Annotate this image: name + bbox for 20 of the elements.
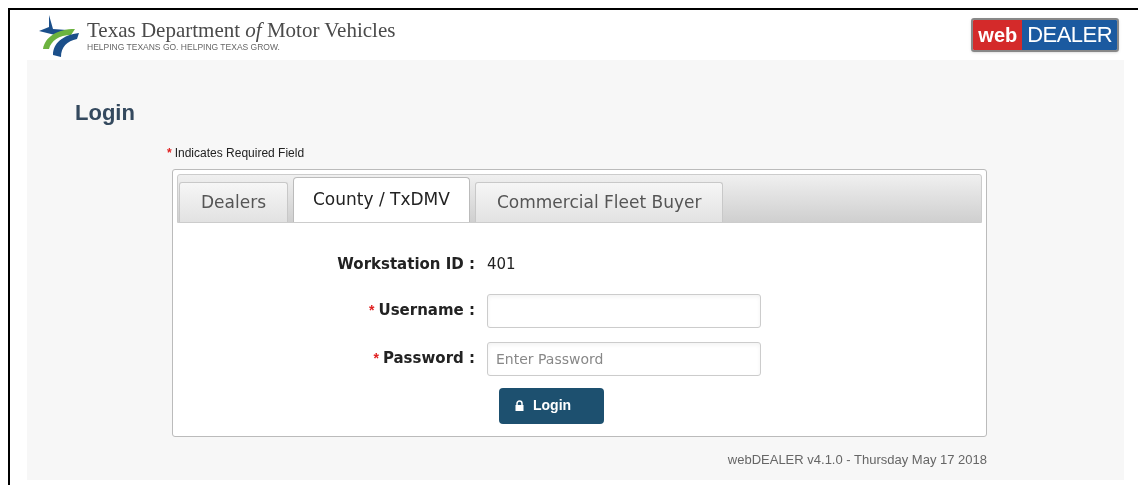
field-label: Password : (382, 348, 475, 370)
input-field[interactable] (487, 293, 761, 328)
tagline: HELPING TEXANS GO. HELPING TEXAS GROW. (87, 42, 281, 52)
required-marker: * (373, 349, 379, 368)
agency-name: Texas Department of Motor Vehicles (87, 18, 396, 42)
version-footer: webDEALER v4.1.0 - Thursday May 17 2018 (27, 450, 987, 470)
field-label: Workstation ID : (336, 254, 476, 275)
tab[interactable]: County / TxDMV (293, 177, 470, 222)
tab[interactable]: Commercial Fleet Buyer (474, 182, 724, 222)
required-note: Indicates Required Field (174, 145, 305, 162)
field-label: Username : (378, 300, 475, 322)
required-marker: * (167, 145, 172, 162)
login-button[interactable]: Login (499, 387, 604, 424)
input-field[interactable]: Enter Password (487, 341, 761, 376)
required-marker: * (369, 301, 375, 320)
tab[interactable]: Dealers (179, 182, 288, 222)
workstation-id: 401 (487, 254, 516, 275)
page-title: Login (75, 100, 136, 126)
lock-icon (515, 400, 524, 411)
product-logo: web DEALER (971, 18, 1119, 52)
